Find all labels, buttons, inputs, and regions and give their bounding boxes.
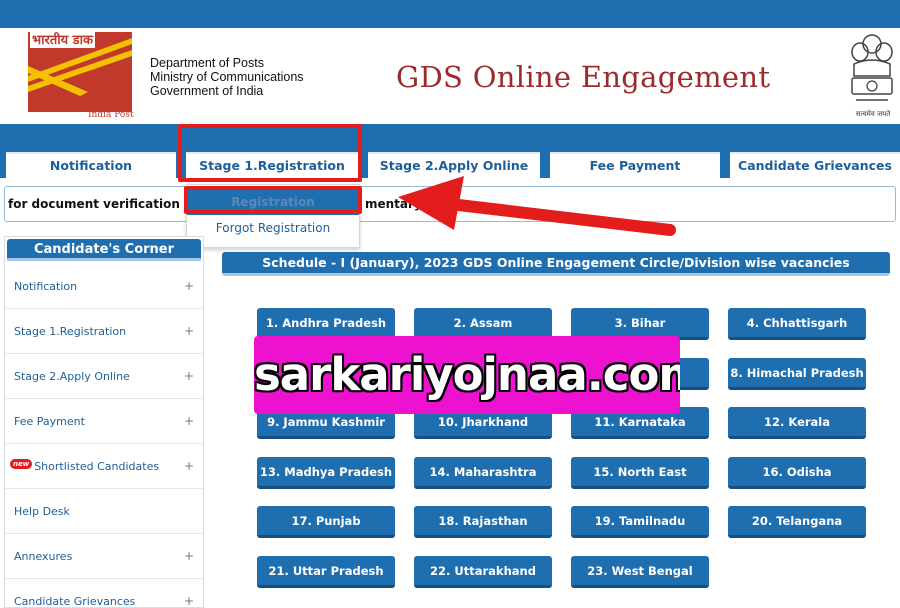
state-button[interactable]: 15. North East (571, 457, 709, 489)
state-button[interactable]: 16. Odisha (728, 457, 866, 489)
state-button[interactable]: 17. Punjab (257, 506, 395, 538)
expand-plus-icon[interactable]: + (184, 444, 194, 489)
state-button[interactable]: 20. Telangana (728, 506, 866, 538)
marquee-text-left: for document verification is re (8, 197, 214, 211)
sidebar-item-stage1-registration[interactable]: Stage 1.Registration + (5, 309, 203, 354)
sidebar-item-fee-payment[interactable]: Fee Payment + (5, 399, 203, 444)
tab-stage2-apply-online[interactable]: Stage 2.Apply Online (368, 152, 540, 178)
dropdown-item-forgot-registration[interactable]: Forgot Registration (187, 215, 359, 241)
department-block: Department of Posts Ministry of Communic… (150, 56, 304, 98)
marquee-text-right: mentary L (365, 197, 434, 211)
sidebar-item-annexures[interactable]: Annexures + (5, 534, 203, 579)
state-button[interactable]: 8. Himachal Pradesh (728, 358, 866, 390)
sidebar-item-label: Help Desk (14, 505, 70, 518)
tab-notification[interactable]: Notification (6, 152, 176, 178)
tab-fee-payment[interactable]: Fee Payment (550, 152, 720, 178)
state-button[interactable]: 13. Madhya Pradesh (257, 457, 395, 489)
registration-dropdown: Registration Forgot Registration (186, 184, 360, 248)
expand-plus-icon[interactable]: + (184, 354, 194, 399)
dept-line-3: Government of India (150, 84, 264, 98)
sidebar-item-notification[interactable]: Notification + (5, 264, 203, 309)
emblem-caption: सत्यमेव जयते (855, 110, 891, 118)
sidebar-item-label: Notification (14, 280, 78, 293)
sidebar-item-label: Fee Payment (14, 415, 85, 428)
expand-plus-icon[interactable]: + (184, 534, 194, 579)
site-title: GDS Online Engagement (396, 60, 771, 94)
sidebar-item-label: Candidate Grievances (14, 595, 136, 608)
tab-stage1-registration[interactable]: Stage 1.Registration (186, 152, 358, 178)
expand-plus-icon[interactable]: + (184, 264, 194, 309)
dept-line-1: Department of Posts (150, 56, 264, 70)
expand-plus-icon[interactable]: + (184, 309, 194, 354)
state-button[interactable]: 4. Chhattisgarh (728, 308, 866, 340)
state-button[interactable]: 12. Kerala (728, 407, 866, 439)
candidates-corner-sidebar: Candidate's Corner Notification + Stage … (4, 236, 204, 608)
national-emblem-icon (851, 34, 893, 101)
state-button[interactable]: 14. Maharashtra (414, 457, 552, 489)
state-button[interactable]: 23. West Bengal (571, 556, 709, 588)
state-button[interactable]: 18. Rajasthan (414, 506, 552, 538)
schedule-banner: Schedule - I (January), 2023 GDS Online … (222, 252, 890, 276)
sidebar-item-help-desk[interactable]: Help Desk (5, 489, 203, 534)
sidebar-item-shortlisted-candidates[interactable]: new Shortlisted Candidates + (5, 444, 203, 489)
sidebar-item-label: Stage 1.Registration (14, 325, 127, 338)
watermark-banner: sarkariyojnaa.com (254, 336, 680, 414)
new-badge-icon: new (10, 459, 33, 469)
expand-plus-icon[interactable]: + (184, 579, 194, 607)
state-button[interactable]: 19. Tamilnadu (571, 506, 709, 538)
top-bar (0, 0, 900, 28)
sidebar-item-stage2-apply-online[interactable]: Stage 2.Apply Online + (5, 354, 203, 399)
logo-caption: India Post (88, 110, 134, 120)
sidebar-title: Candidate's Corner (7, 239, 201, 261)
expand-plus-icon[interactable]: + (184, 399, 194, 444)
state-button[interactable]: 21. Uttar Pradesh (257, 556, 395, 588)
dept-line-2: Ministry of Communications (150, 70, 304, 84)
sidebar-item-label: Shortlisted Candidates (34, 460, 160, 473)
sidebar-item-label: Annexures (14, 550, 73, 563)
sidebar-item-label: Stage 2.Apply Online (14, 370, 130, 383)
dropdown-item-registration[interactable]: Registration (187, 189, 359, 215)
sidebar-item-candidate-grievances[interactable]: Candidate Grievances + (5, 579, 203, 608)
state-button[interactable]: 22. Uttarakhand (414, 556, 552, 588)
page: भारतीय डाक India Post Department of Post… (0, 0, 900, 608)
tab-candidate-grievances[interactable]: Candidate Grievances (730, 152, 900, 178)
watermark-text: sarkariyojnaa.com (254, 348, 680, 401)
logo-hindi-text: भारतीय डाक (30, 30, 95, 48)
news-marquee: for document verification is re mentary … (4, 186, 896, 222)
